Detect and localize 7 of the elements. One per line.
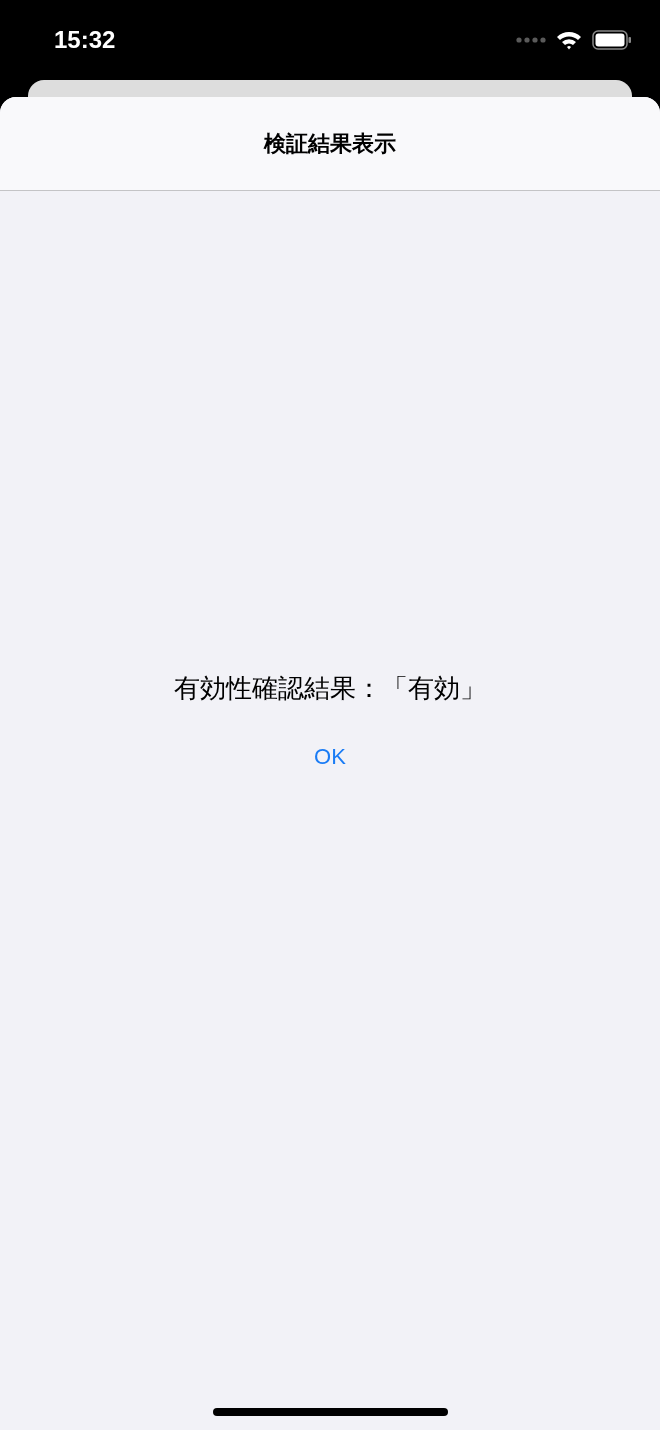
signal-icon <box>516 37 546 43</box>
battery-icon <box>592 30 632 50</box>
result-message: 有効性確認結果：「有効」 <box>174 672 486 705</box>
wifi-icon <box>556 30 582 50</box>
ok-button[interactable]: OK <box>308 742 352 772</box>
status-time: 15:32 <box>54 26 116 54</box>
navigation-title: 検証結果表示 <box>264 129 396 158</box>
